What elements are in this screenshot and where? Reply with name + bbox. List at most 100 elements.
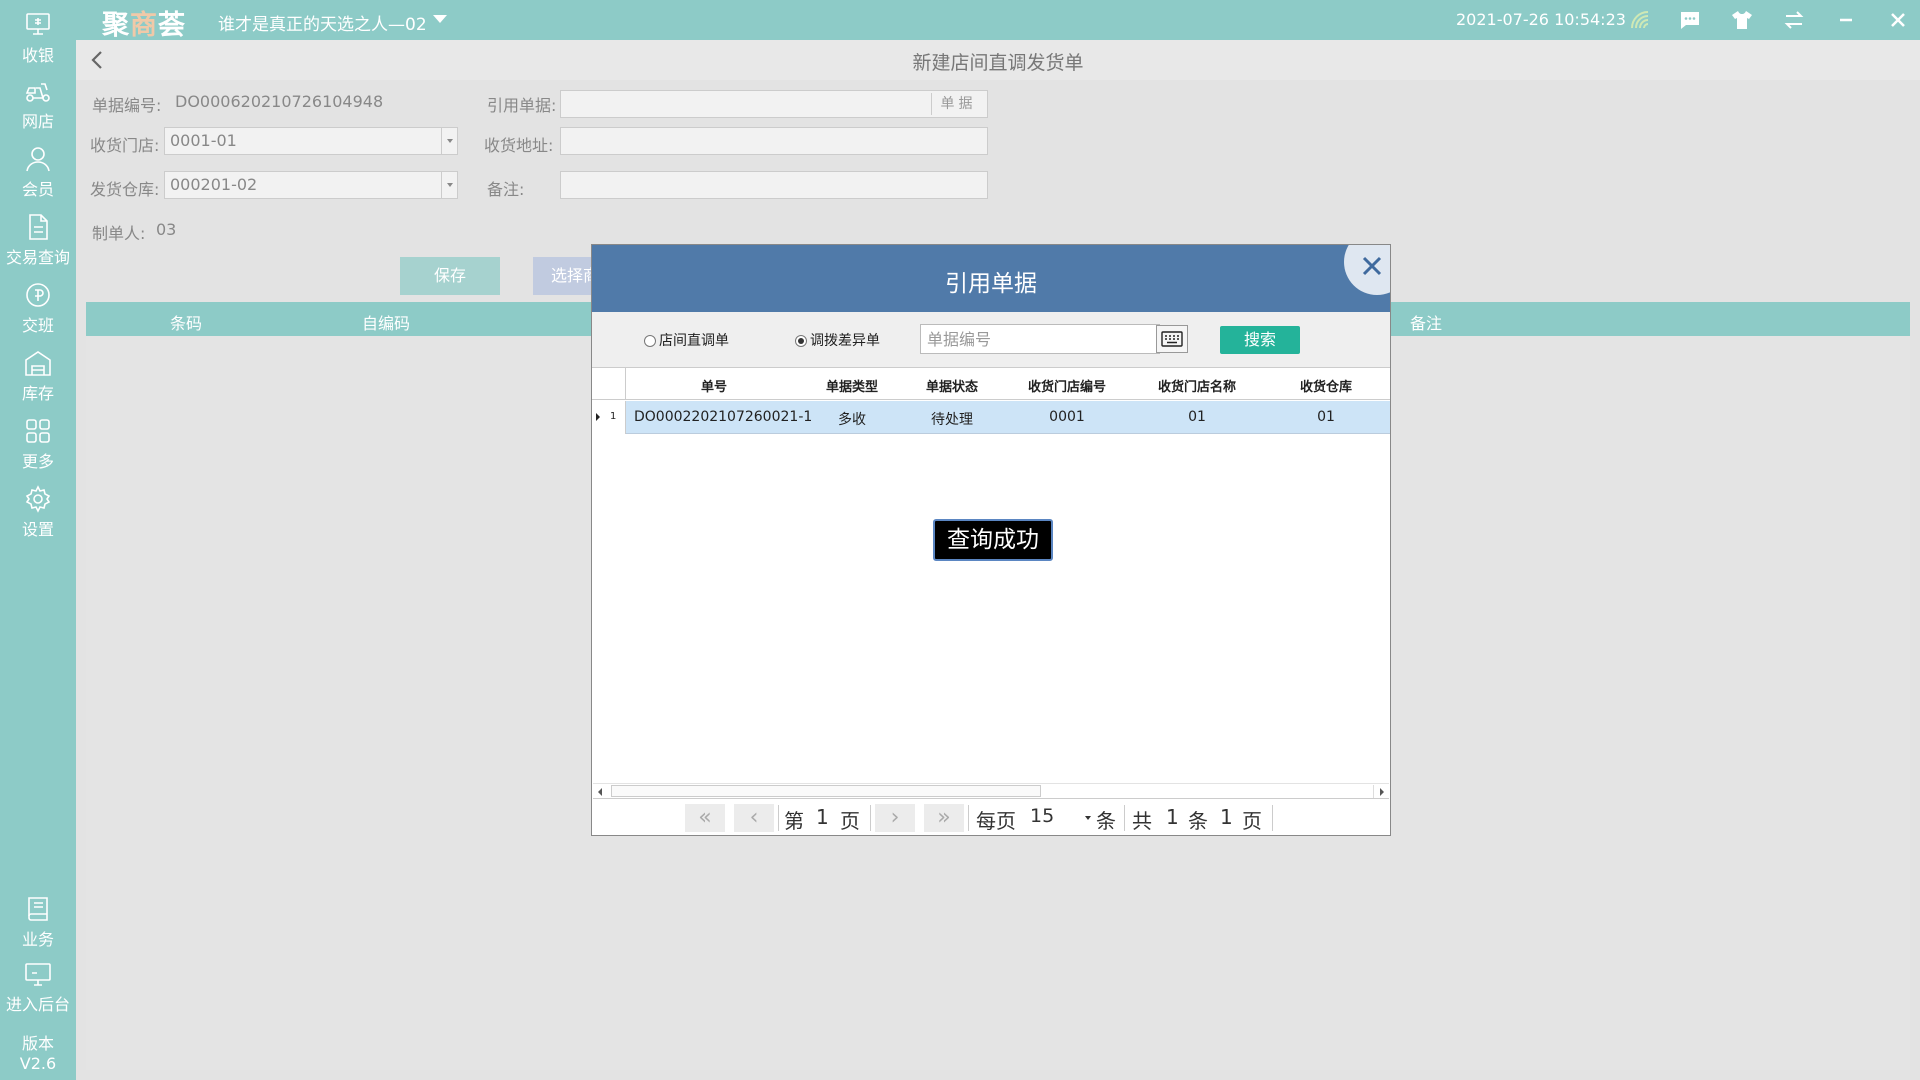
delivery-scooter-icon <box>25 83 50 102</box>
column-header[interactable]: 收货仓库 <box>1262 376 1390 395</box>
row-header[interactable]: 1 <box>592 401 626 434</box>
doc-no-label: 单据编号: <box>92 96 162 115</box>
divider <box>778 805 779 831</box>
save-button[interactable]: 保存 <box>400 257 500 295</box>
cash-register-icon <box>26 13 50 35</box>
cell-doc-type: 多收 <box>838 412 866 428</box>
sidebar: 收银 网店 会员 交易查询 交班 库存 更多 设置 业务 进入后台 版本 V2.… <box>0 0 76 1080</box>
ship-wh-select[interactable]: 000201-02 <box>164 171 458 199</box>
chevron-down-icon[interactable] <box>441 128 457 154</box>
receive-store-value: 0001-01 <box>170 131 237 150</box>
prev-page-button[interactable]: ‹ <box>734 804 774 832</box>
sidebar-item-label: 交易查询 <box>5 248 70 267</box>
receive-addr-field[interactable] <box>560 127 988 155</box>
radio-dot <box>644 335 656 347</box>
keyboard-button[interactable] <box>1156 325 1188 353</box>
cell-doc-no: DO0002202107260021-1 <box>634 409 813 425</box>
signal-icon <box>1631 11 1649 29</box>
minimize-icon[interactable] <box>1834 8 1858 32</box>
sidebar-item-shift[interactable]: 交班 <box>0 276 76 338</box>
horizontal-scrollbar[interactable] <box>593 783 1389 799</box>
ref-doc-button[interactable]: 单据 <box>931 93 985 115</box>
first-page-button[interactable]: « <box>685 804 725 832</box>
radio-store-transfer[interactable]: 店间直调单 <box>644 330 729 350</box>
ref-doc-label: 引用单据: <box>487 96 557 115</box>
top-bar: 聚商荟 谁才是真正的天选之人—02 2021-07-26 10:54:23 <box>76 0 1920 41</box>
divider <box>1272 805 1273 831</box>
sidebar-item-more[interactable]: 更多 <box>0 412 76 474</box>
dialog-header: 引用单据 <box>592 245 1390 312</box>
next-page-button[interactable]: › <box>875 804 915 832</box>
column-header: 条码 <box>170 314 203 333</box>
column-header[interactable]: 单据类型 <box>802 376 902 395</box>
result-table-header: 单号 单据类型 单据状态 收货门店编号 收货门店名称 收货仓库 <box>592 368 1390 400</box>
member-icon <box>26 147 50 172</box>
table-row[interactable]: 1 DO0002202107260021-1 多收 待处理 0001 01 01 <box>592 401 1390 434</box>
divider <box>1124 805 1125 831</box>
scroll-right-icon[interactable] <box>1373 785 1389 798</box>
current-page[interactable]: 1 <box>816 805 829 829</box>
sidebar-item-business[interactable]: 业务 <box>0 890 76 952</box>
column-header[interactable]: 单据状态 <box>902 376 1002 395</box>
divider <box>968 805 969 831</box>
page-title: 新建店间直调发货单 <box>912 52 1084 74</box>
chevron-down-icon[interactable] <box>1085 816 1091 820</box>
theme-shirt-icon[interactable] <box>1730 8 1754 32</box>
keyboard-icon <box>1161 331 1183 347</box>
total-items: 1 <box>1166 805 1179 829</box>
doc-no-value: DO000620210726104948 <box>175 92 384 111</box>
ref-doc-field[interactable]: 单据 <box>560 90 988 118</box>
cell-store-name: 01 <box>1188 409 1206 425</box>
app-logo: 聚商荟 <box>102 10 186 41</box>
column-header: 自编码 <box>362 314 411 333</box>
column-header: 备注 <box>1410 314 1443 333</box>
grid-icon <box>26 419 50 443</box>
version-label: 版本 <box>21 1034 54 1053</box>
total-pages: 1 <box>1220 805 1233 829</box>
radio-transfer-diff[interactable]: 调拨差异单 <box>795 330 880 350</box>
pagination: « ‹ 第 1 页 › » 每页 15 条 共 1 条 1 页 <box>592 801 1390 835</box>
remark-field[interactable] <box>560 171 988 199</box>
creator-value: 03 <box>156 220 177 239</box>
close-icon <box>1362 256 1382 276</box>
close-icon[interactable] <box>1886 8 1910 32</box>
store-name[interactable]: 谁才是真正的天选之人—02 <box>218 10 427 35</box>
monitor-icon <box>25 963 51 986</box>
sidebar-item-label: 库存 <box>21 384 54 403</box>
page-header: 新建店间直调发货单 <box>76 40 1920 80</box>
column-header[interactable]: 单号 <box>626 376 802 395</box>
sidebar-item-label: 交班 <box>21 316 54 335</box>
sidebar-item-inventory[interactable]: 库存 <box>0 344 76 406</box>
sidebar-item-member[interactable]: 会员 <box>0 140 76 202</box>
column-header[interactable]: 收货门店编号 <box>1002 376 1132 395</box>
scroll-thumb[interactable] <box>611 785 1041 797</box>
scroll-left-icon[interactable] <box>593 785 609 798</box>
warehouse-icon <box>25 351 51 376</box>
receive-store-select[interactable]: 0001-01 <box>164 127 458 155</box>
sidebar-item-cashier[interactable]: 收银 <box>0 6 76 68</box>
sidebar-item-settings[interactable]: 设置 <box>0 480 76 542</box>
ref-doc-dialog: 引用单据 店间直调单 调拨差异单 搜索 单号 单据类型 单据状态 收货门店编号 … <box>591 244 1391 836</box>
cell-doc-status: 待处理 <box>931 412 973 428</box>
last-page-button[interactable]: » <box>924 804 964 832</box>
page-prefix: 第 <box>784 809 804 833</box>
column-header[interactable]: 收货门店名称 <box>1132 376 1262 395</box>
sidebar-item-online-store[interactable]: 网店 <box>0 72 76 134</box>
cell-warehouse: 01 <box>1317 409 1335 425</box>
message-icon[interactable] <box>1678 8 1702 32</box>
total-prefix: 共 <box>1132 809 1152 833</box>
search-button[interactable]: 搜索 <box>1220 326 1300 354</box>
sidebar-item-backend[interactable]: 进入后台 <box>0 955 76 1017</box>
doc-no-search-input[interactable] <box>920 324 1160 354</box>
sidebar-item-label: 会员 <box>21 180 54 199</box>
chevron-down-icon[interactable] <box>441 172 457 198</box>
switch-icon[interactable] <box>1782 8 1806 32</box>
store-dropdown-icon[interactable] <box>433 15 447 23</box>
sidebar-item-label: 设置 <box>21 520 54 539</box>
total-items-unit: 条 <box>1188 809 1208 833</box>
row-header-column <box>592 368 626 399</box>
cell-store-code: 0001 <box>1049 409 1085 425</box>
sidebar-item-transactions[interactable]: 交易查询 <box>0 208 76 270</box>
gear-icon <box>25 485 51 513</box>
per-page-select[interactable]: 15 <box>1030 805 1054 827</box>
